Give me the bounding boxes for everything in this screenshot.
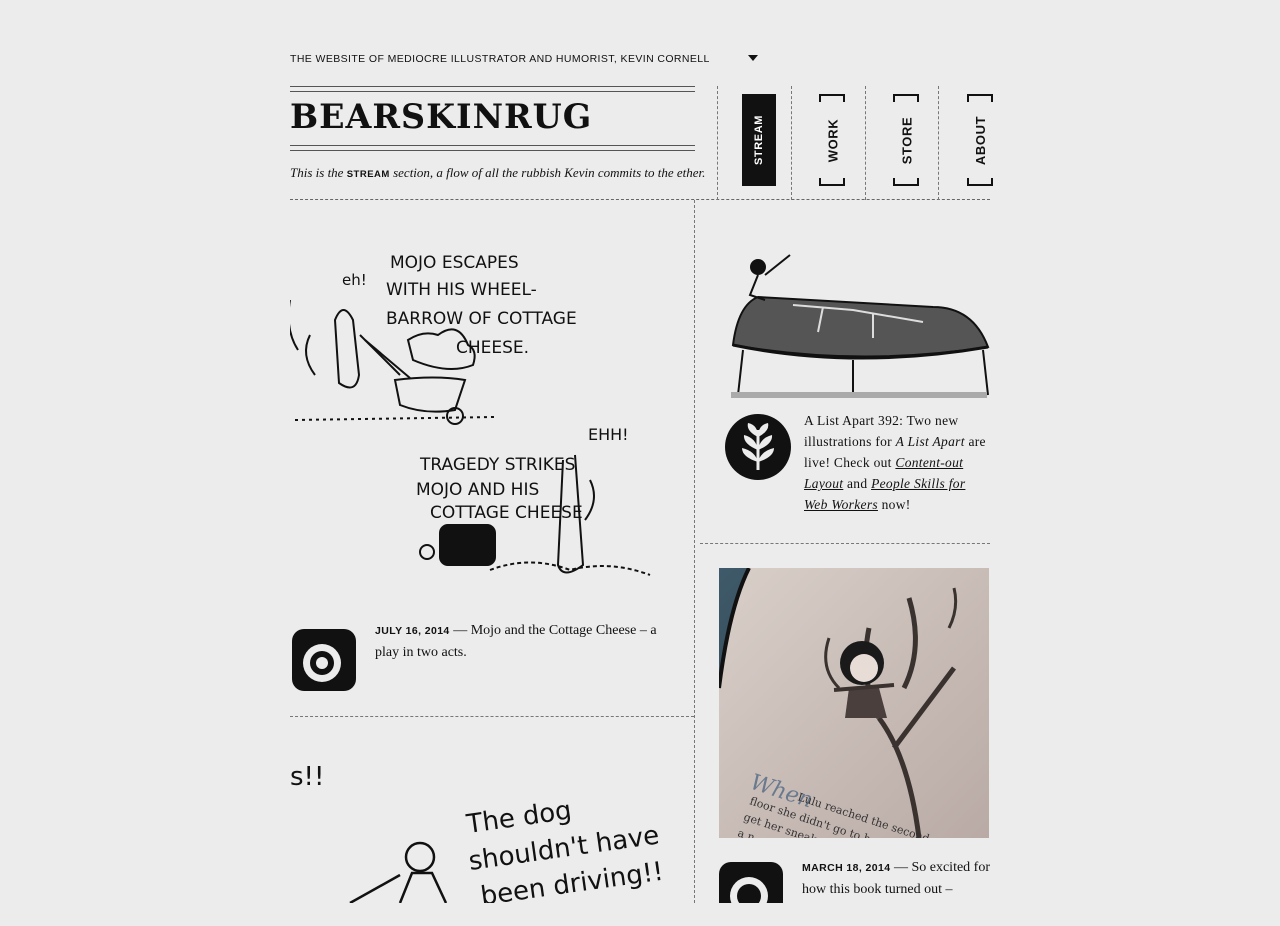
alist-italic: A List Apart [895, 434, 965, 449]
camera-avatar-icon [717, 858, 785, 926]
nav-item-work[interactable]: WORK [798, 88, 870, 198]
comic-line: TRAGEDY STRIKES [419, 455, 575, 475]
intro-section-name: STREAM [346, 169, 390, 180]
section-intro: This is the STREAM section, a flow of al… [290, 165, 705, 181]
logo-rule-top [290, 86, 695, 87]
logo-rule-top-2 [290, 91, 695, 92]
nav-divider [938, 86, 939, 200]
comic-line: MOJO AND HIS [416, 480, 539, 500]
site-tagline: THE WEBSITE OF MEDIOCRE ILLUSTRATOR AND … [290, 53, 710, 65]
post-date[interactable]: MARCH 18, 2014 [802, 862, 890, 874]
tab-work-label: WORK [825, 118, 841, 162]
comic-line: MOJO ESCAPES [390, 253, 519, 273]
nav-divider [865, 86, 866, 200]
date-separator: — [449, 623, 471, 638]
post-caption-alist: A List Apart 392: Two new illustrations … [804, 410, 989, 515]
post-image-trampoline[interactable] [723, 245, 991, 400]
comic-line: The dog [464, 796, 574, 841]
post-divider [700, 543, 990, 544]
logo-rule-bottom-2 [290, 150, 695, 151]
camera-avatar-icon [290, 625, 358, 693]
nav-item-about[interactable]: ABOUT [946, 88, 1018, 198]
post-divider [290, 716, 694, 717]
comic-line: WITH HIS WHEEL- [386, 280, 537, 300]
tab-stream[interactable]: STREAM [742, 94, 776, 186]
column-divider [694, 200, 695, 903]
tab-stream-label: STREAM [753, 114, 766, 166]
comic-line: s!! [290, 762, 324, 792]
tab-store-label: STORE [899, 116, 915, 164]
post-image-mojo-comic[interactable]: eh! MOJO ESCAPES WITH HIS WHEEL- BARROW … [287, 240, 670, 605]
date-separator: — [890, 860, 912, 875]
dog-comic-figure [349, 841, 448, 903]
leaf-avatar-icon [723, 412, 793, 482]
comic-ehh-text: EHH! [588, 425, 629, 444]
alist-text: now! [877, 497, 911, 512]
post-image-dog-comic[interactable]: s!! The dog shouldn't have been driving!… [290, 745, 670, 903]
page-container: THE WEBSITE OF MEDIOCRE ILLUSTRATOR AND … [287, 0, 993, 924]
logo-rule-bottom [290, 145, 695, 146]
post-image-book-photo[interactable]: When Lulu reached the second floor she d… [719, 568, 989, 838]
trampoline-drawing [731, 254, 990, 398]
nav-divider [717, 86, 718, 200]
nav-divider [791, 86, 792, 200]
tab-about[interactable]: ABOUT [964, 94, 998, 186]
comic-eh-text: eh! [342, 271, 367, 289]
nav-item-stream[interactable]: STREAM [724, 88, 796, 198]
tab-about-label: ABOUT [973, 115, 989, 165]
post-caption-book: MARCH 18, 2014 — So excited for how this… [802, 857, 992, 901]
intro-text-post: section, a flow of all the rubbish Kevin… [389, 165, 706, 180]
header-divider [290, 199, 990, 200]
nav-item-store[interactable]: STORE [872, 88, 944, 198]
post-date[interactable]: JULY 16, 2014 [375, 625, 450, 637]
tab-work[interactable]: WORK [816, 94, 850, 186]
post-caption-mojo: JULY 16, 2014 — Mojo and the Cottage Che… [375, 620, 675, 664]
comic-line: BARROW OF COTTAGE [386, 309, 577, 329]
intro-text-pre: This is the [290, 165, 347, 180]
alist-text: and [843, 476, 872, 491]
site-logo[interactable]: BEARSKINRUG [290, 97, 687, 137]
tab-store[interactable]: STORE [890, 94, 924, 186]
dropdown-arrow-icon[interactable] [748, 55, 758, 61]
